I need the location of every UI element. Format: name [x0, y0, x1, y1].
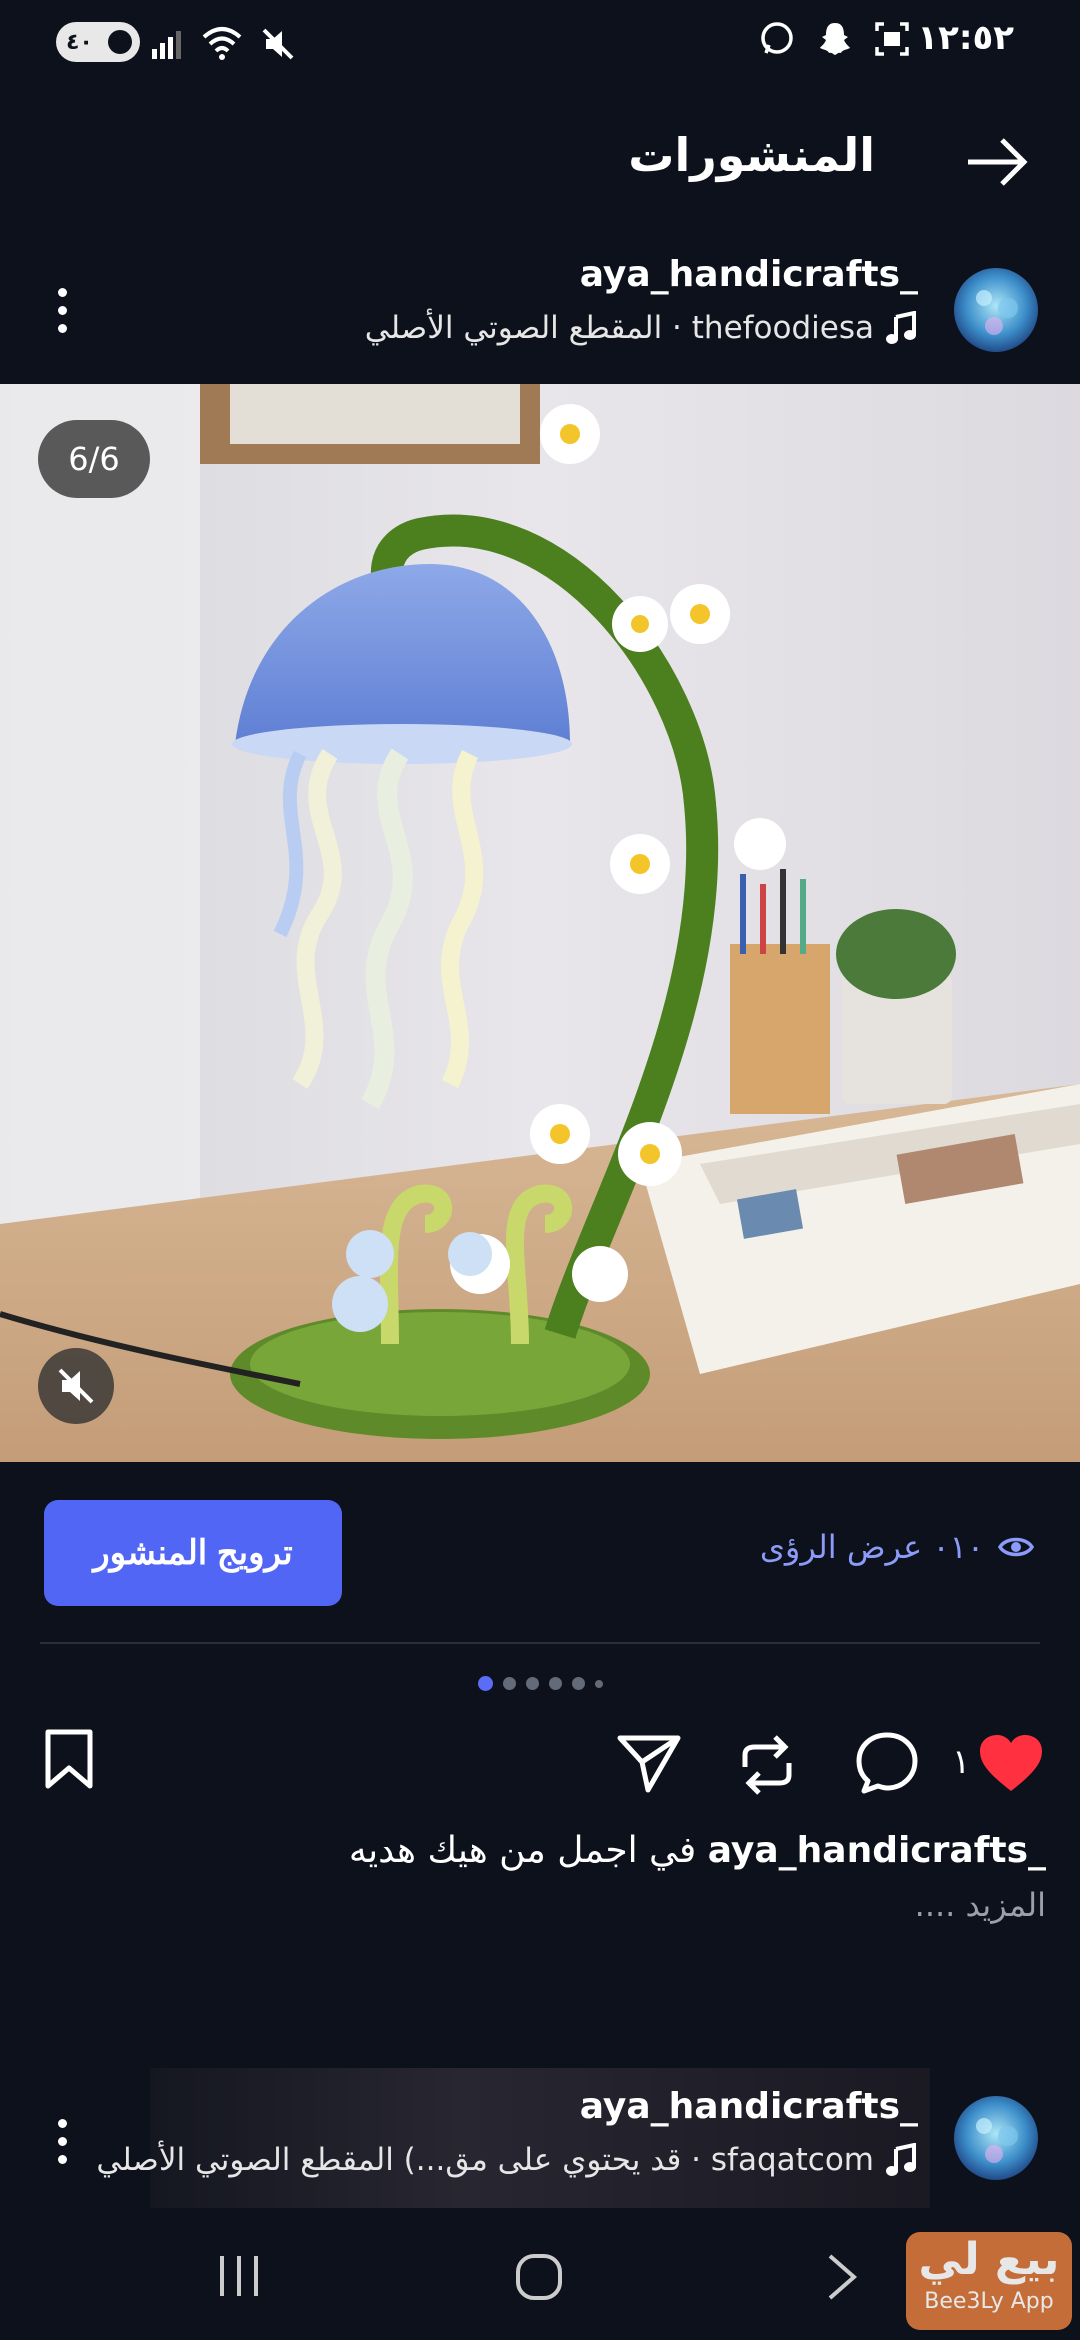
repost-icon: [742, 1735, 792, 1795]
watermark-line2: Bee3Ly App: [924, 2289, 1054, 2314]
arrow-right-icon[interactable]: [962, 132, 1032, 192]
caption-username[interactable]: aya_handicrafts_: [708, 1830, 1046, 1871]
bookmark-icon: [45, 1729, 93, 1789]
caption-text: في اجمل من هيك هديه: [348, 1830, 697, 1871]
status-bar: ٤٠ ١٢:٥٢: [0, 0, 1080, 90]
send-icon: [617, 1735, 681, 1793]
carousel-dot: [525, 1677, 539, 1690]
eye-icon: [998, 1537, 1034, 1557]
screenshot-icon: [875, 22, 909, 56]
carousel-indicator: [0, 1676, 1080, 1691]
battery-indicator: ٤٠: [56, 22, 140, 62]
views-label: ٠١٠ عرض الرؤى: [759, 1528, 984, 1566]
view-insights-link[interactable]: ٠١٠ عرض الرؤى: [760, 1528, 1034, 1566]
avatar[interactable]: [954, 268, 1038, 352]
promote-post-button[interactable]: ترويج المنشور: [44, 1500, 342, 1606]
post2-more-options-button[interactable]: [42, 2106, 82, 2176]
audio-label: المقطع الصوتي الأصلي · thefoodiesa: [364, 310, 874, 346]
carousel-dot-active: [477, 1676, 493, 1691]
save-button[interactable]: [30, 1720, 108, 1798]
signal-icon: [152, 31, 181, 59]
battery-level: ٤٠: [66, 29, 93, 55]
battery-saver-icon: [108, 30, 132, 54]
music-note-icon: [886, 311, 916, 344]
watermark-logo: بيع لي Bee3Ly App: [906, 2232, 1072, 2330]
post-username[interactable]: aya_handicrafts_: [580, 254, 918, 295]
page-title: المنشورات: [628, 128, 875, 182]
post2-avatar[interactable]: [954, 2096, 1038, 2180]
repost-button[interactable]: [728, 1726, 806, 1804]
wifi-icon: [202, 27, 242, 60]
status-icons-right: [758, 20, 910, 58]
heart-icon: [980, 1735, 1042, 1791]
home-icon[interactable]: [514, 2252, 564, 2302]
comment-button[interactable]: [848, 1724, 926, 1802]
speaker-muted-icon: [58, 1368, 94, 1404]
mute-icon: [262, 28, 294, 60]
snapchat-icon: [820, 23, 850, 55]
post-audio[interactable]: المقطع الصوتي الأصلي · thefoodiesa: [365, 310, 918, 346]
watermark-line1: بيع لي: [918, 2234, 1060, 2285]
mute-button[interactable]: [38, 1348, 114, 1424]
avatar-image: [954, 268, 1038, 352]
caption-more-link[interactable]: .... المزيد: [915, 1886, 1046, 1924]
post2-audio[interactable]: قد يحتوي على مق...) المقطع الصوتي الأصلي…: [96, 2142, 918, 2178]
back-nav-icon[interactable]: [824, 2252, 860, 2302]
more-options-button[interactable]: [42, 275, 82, 345]
share-button[interactable]: [610, 1724, 688, 1802]
comment-icon: [856, 1732, 918, 1794]
jellyfish-lamp-photo: [0, 384, 1080, 1462]
carousel-dot: [548, 1677, 562, 1690]
avatar-image: [954, 2096, 1038, 2180]
music-note-icon: [886, 2143, 916, 2176]
post2-audio-label: قد يحتوي على مق...) المقطع الصوتي الأصلي…: [96, 2142, 874, 2178]
recent-apps-icon[interactable]: [214, 2254, 264, 2298]
like-button[interactable]: [972, 1724, 1050, 1802]
post-media-image[interactable]: [0, 384, 1080, 1462]
status-icons-left: [150, 20, 296, 68]
media-counter: 6/6: [38, 420, 150, 498]
carousel-dot: [571, 1677, 585, 1690]
like-count[interactable]: ١: [952, 1742, 970, 1782]
post-caption: في اجمل من هيك هديه aya_handicrafts_: [349, 1830, 1046, 1871]
carousel-dot: [502, 1677, 516, 1690]
carousel-dot: [594, 1679, 603, 1688]
status-time: ١٢:٥٢: [917, 18, 1014, 58]
divider: [40, 1642, 1040, 1644]
top-header: المنشورات: [0, 110, 1080, 210]
post2-username[interactable]: aya_handicrafts_: [580, 2086, 918, 2127]
whatsapp-icon: [761, 22, 793, 54]
